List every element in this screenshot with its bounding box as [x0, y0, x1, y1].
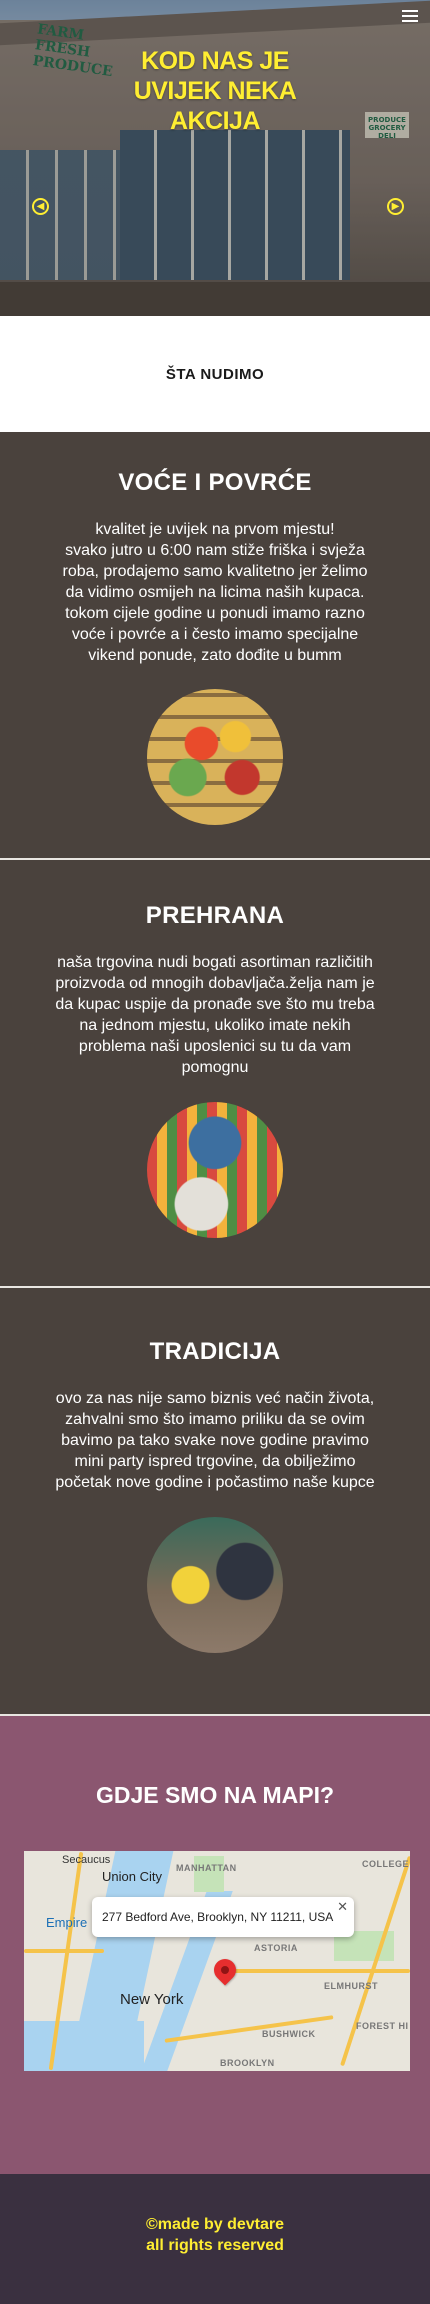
close-icon[interactable]: ✕	[337, 1900, 348, 1913]
shopping-cart-image	[147, 1102, 283, 1238]
highway	[340, 1855, 410, 2067]
footer: ©made by devtare all rights reserved	[0, 2174, 430, 2304]
map-label: FOREST HI	[356, 2021, 409, 2031]
map-heading: GDJE SMO NA MAPI?	[95, 1782, 335, 1808]
map-label: MANHATTAN	[176, 1863, 237, 1873]
map-label: BROOKLYN	[220, 2058, 275, 2068]
map-label: New York	[120, 1991, 184, 2008]
section-title: PREHRANA	[145, 902, 285, 929]
highway	[24, 1949, 104, 1953]
map-address: 277 Bedford Ave, Brooklyn, NY 11211, USA	[102, 1910, 334, 1924]
section-fruit-vegetables: VOĆE I POVRĆE kvalitet je uvijek na prvo…	[0, 432, 430, 858]
map-label: Secaucus	[62, 1854, 111, 1866]
hero-banner: FARM FRESH PRODUCE PRODUCE GROCERY DELI …	[0, 0, 430, 316]
section-text: ovo za nas nije samo biznis već način ži…	[55, 1390, 375, 1491]
park-area	[194, 1856, 224, 1892]
section-title: TRADICIJA	[149, 1338, 281, 1365]
hamburger-menu-icon[interactable]	[402, 10, 418, 22]
map-label: COLLEGE	[362, 1859, 410, 1869]
highway	[224, 1969, 410, 1973]
map-label: BUSHWICK	[262, 2029, 316, 2039]
carousel-next-icon[interactable]: ▶	[387, 198, 404, 215]
map-label: Union City	[102, 1869, 162, 1884]
google-map[interactable]: Secaucus Union City MANHATTAN Empire New…	[24, 1851, 410, 2071]
section-text: naša trgovina nudi bogati asortiman razl…	[55, 954, 375, 1076]
carousel-prev-icon[interactable]: ◀	[32, 198, 49, 215]
section-text: kvalitet je uvijek na prvom mjestu! svak…	[62, 521, 368, 664]
map-info-window: 277 Bedford Ave, Brooklyn, NY 11211, USA…	[92, 1897, 354, 1937]
store-staff-image	[147, 1517, 283, 1653]
offer-heading: ŠTA NUDIMO	[165, 365, 265, 383]
hero-title: KOD NAS JE UVIJEK NEKA AKCIJA	[133, 47, 297, 135]
section-tradition: TRADICIJA ovo za nas nije samo biznis ve…	[0, 1288, 430, 1714]
map-section: GDJE SMO NA MAPI? Secaucus Union City MA…	[0, 1716, 430, 2174]
location-pin-icon[interactable]	[209, 1954, 241, 1986]
fruit-stand-image	[147, 689, 283, 825]
map-label: ASTORIA	[254, 1943, 298, 1953]
section-title: VOĆE I POVRĆE	[118, 469, 312, 496]
bay	[24, 2021, 144, 2071]
footer-credit: ©made by devtare	[145, 2216, 285, 2233]
offer-header: ŠTA NUDIMO	[0, 316, 430, 432]
section-groceries: PREHRANA naša trgovina nudi bogati asort…	[0, 860, 430, 1286]
map-label: ELMHURST	[324, 1981, 378, 1991]
footer-rights: all rights reserved	[146, 2237, 284, 2254]
map-label: Empire	[46, 1915, 88, 1930]
